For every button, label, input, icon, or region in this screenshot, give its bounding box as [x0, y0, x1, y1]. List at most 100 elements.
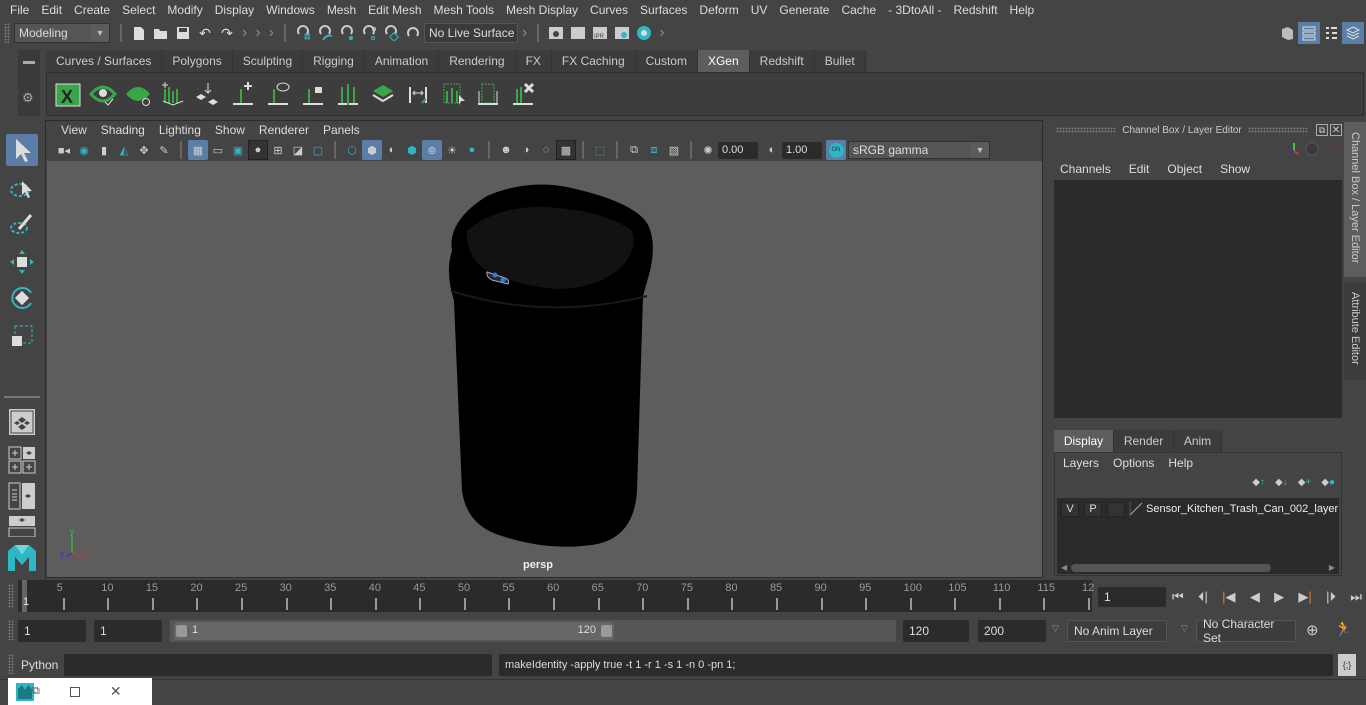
- restore-window-icon[interactable]: ⧉: [32, 685, 40, 698]
- collapse-arrow-icon[interactable]: ›: [242, 24, 247, 42]
- use-default-material-icon[interactable]: ⊛: [422, 140, 442, 160]
- xgen-convert-icon[interactable]: [191, 76, 225, 112]
- menu-create[interactable]: Create: [68, 3, 116, 17]
- shelf-tab-custom[interactable]: Custom: [635, 50, 698, 72]
- menu-surfaces[interactable]: Surfaces: [634, 3, 693, 17]
- shelf-tab-bullet[interactable]: Bullet: [814, 50, 866, 72]
- layer-menu-help[interactable]: Help: [1168, 456, 1193, 470]
- step-back-key-icon[interactable]: |◀: [1222, 589, 1235, 605]
- snap-point-icon[interactable]: [336, 22, 358, 44]
- viewport-menu-panels[interactable]: Panels: [316, 123, 367, 137]
- animation-end-field[interactable]: 200: [978, 620, 1046, 642]
- bookmark-icon[interactable]: ▮: [94, 140, 114, 160]
- collapse-arrow-icon[interactable]: ›: [659, 24, 664, 42]
- character-set-selector[interactable]: No Character Set: [1196, 617, 1296, 645]
- channel-box-menu-edit[interactable]: Edit: [1120, 162, 1159, 176]
- menu-help[interactable]: Help: [1004, 3, 1041, 17]
- shadows-icon[interactable]: ●: [462, 140, 482, 160]
- wireframe-on-shaded-icon[interactable]: ◐: [382, 140, 402, 160]
- move-tool[interactable]: [6, 246, 38, 278]
- redo-icon[interactable]: ↷: [216, 22, 238, 44]
- xgen-delete-icon[interactable]: [506, 76, 540, 112]
- shelf-settings-gear-icon[interactable]: ⚙: [22, 90, 34, 106]
- panel-grip[interactable]: [1248, 127, 1308, 133]
- step-back-frame-icon[interactable]: ⏴|: [1198, 589, 1208, 605]
- scroll-right-icon[interactable]: ▶: [1329, 563, 1335, 572]
- close-window-icon[interactable]: ✕: [110, 683, 122, 700]
- resolution-gate-icon[interactable]: ▣: [228, 140, 248, 160]
- field-chart-icon[interactable]: ⊞: [268, 140, 288, 160]
- shelf-tab-rigging[interactable]: Rigging: [303, 50, 365, 72]
- menu-cache[interactable]: Cache: [835, 3, 882, 17]
- channel-box-menu-show[interactable]: Show: [1211, 162, 1259, 176]
- anim-layer-selector[interactable]: No Anim Layer: [1067, 620, 1167, 642]
- smooth-shade-icon[interactable]: ⬢: [362, 140, 382, 160]
- xgen-create-interactive-groom-icon[interactable]: [156, 76, 190, 112]
- side-tab-attribute-editor[interactable]: Attribute Editor: [1344, 282, 1366, 380]
- menu-edit-mesh[interactable]: Edit Mesh: [362, 3, 427, 17]
- four-pane-layout[interactable]: [6, 444, 38, 476]
- select-camera-icon[interactable]: ■◂: [54, 140, 74, 160]
- layer-menu-options[interactable]: Options: [1113, 456, 1168, 470]
- anim-layer-dropdown-icon[interactable]: ▽: [1052, 623, 1059, 634]
- layer-color-icon[interactable]: [1129, 502, 1143, 516]
- minimized-window[interactable]: ⧉ ✕: [8, 678, 152, 705]
- paint-select-tool[interactable]: [6, 208, 38, 240]
- xgen-clear-preview-icon[interactable]: [121, 76, 155, 112]
- shelf-tab-rendering[interactable]: Rendering: [439, 50, 516, 72]
- layer-name[interactable]: Sensor_Kitchen_Trash_Can_002_layer: [1146, 503, 1338, 515]
- maximize-window-icon[interactable]: [69, 686, 80, 697]
- viewport-menu-renderer[interactable]: Renderer: [252, 123, 316, 137]
- xray-joints-icon[interactable]: ⧉: [624, 140, 644, 160]
- xgen-density-icon[interactable]: [366, 76, 400, 112]
- layer-type-toggle[interactable]: [1107, 501, 1125, 517]
- layer-tab-display[interactable]: Display: [1054, 430, 1114, 452]
- render-frame-icon[interactable]: [567, 22, 589, 44]
- viewport-menu-show[interactable]: Show: [208, 123, 252, 137]
- layer-tab-render[interactable]: Render: [1114, 430, 1174, 452]
- anti-aliasing-icon[interactable]: ◌: [536, 140, 556, 160]
- shelf-tab-curves-surfaces[interactable]: Curves / Surfaces: [46, 50, 163, 72]
- animation-start-field[interactable]: 1: [18, 620, 86, 642]
- xgen-select-icon[interactable]: [436, 76, 470, 112]
- xgen-transfer-icon[interactable]: [401, 76, 435, 112]
- panel-grip[interactable]: [1056, 127, 1116, 133]
- safe-title-icon[interactable]: ▢: [308, 140, 328, 160]
- gate-mask-icon[interactable]: ●: [248, 140, 268, 160]
- open-scene-icon[interactable]: [150, 22, 172, 44]
- layer-menu-layers[interactable]: Layers: [1063, 456, 1113, 470]
- go-to-start-icon[interactable]: ⏮: [1172, 589, 1184, 605]
- shelf-menu-icon[interactable]: [23, 61, 35, 64]
- exposure-icon[interactable]: ✺: [698, 140, 718, 160]
- move-layer-down-icon[interactable]: ◆↓: [1275, 477, 1288, 488]
- new-layer-selected-icon[interactable]: ◆●: [1321, 477, 1335, 488]
- step-forward-frame-icon[interactable]: |⏵: [1326, 589, 1336, 605]
- channel-list[interactable]: [1054, 180, 1342, 418]
- color-space-dropdown[interactable]: sRGB gamma ▼: [848, 141, 990, 159]
- side-tab-channel-box[interactable]: Channel Box / Layer Editor: [1344, 122, 1366, 277]
- snap-grid-icon[interactable]: [292, 22, 314, 44]
- playback-start-field[interactable]: 1: [94, 620, 162, 642]
- select-tool[interactable]: [6, 134, 38, 166]
- ambient-occlusion-icon[interactable]: ☻: [496, 140, 516, 160]
- new-layer-icon[interactable]: ◆+: [1298, 477, 1312, 488]
- trash-can-model[interactable]: [47, 161, 1042, 577]
- hud-icon[interactable]: ▧: [664, 140, 684, 160]
- go-to-end-icon[interactable]: ⏭: [1350, 589, 1362, 605]
- hypershade-icon[interactable]: [633, 22, 655, 44]
- menu-curves[interactable]: Curves: [584, 3, 634, 17]
- menu-deform[interactable]: Deform: [693, 3, 744, 17]
- scroll-left-icon[interactable]: ◀: [1061, 563, 1067, 572]
- toolbar-grip[interactable]: [8, 654, 14, 674]
- snap-curve-icon[interactable]: [314, 22, 336, 44]
- xray-active-icon[interactable]: ⧈: [644, 140, 664, 160]
- ipr-render-icon[interactable]: IPR: [589, 22, 611, 44]
- menu-generate[interactable]: Generate: [773, 3, 835, 17]
- viewport-menu-lighting[interactable]: Lighting: [152, 123, 208, 137]
- viewport-menu-shading[interactable]: Shading: [94, 123, 152, 137]
- current-frame-field[interactable]: 1: [1098, 587, 1166, 607]
- move-layer-up-icon[interactable]: ◆↑: [1252, 477, 1265, 488]
- save-scene-icon[interactable]: [172, 22, 194, 44]
- depth-of-field-icon[interactable]: ▩: [556, 140, 576, 160]
- auto-key-icon[interactable]: ⊕: [1306, 621, 1319, 639]
